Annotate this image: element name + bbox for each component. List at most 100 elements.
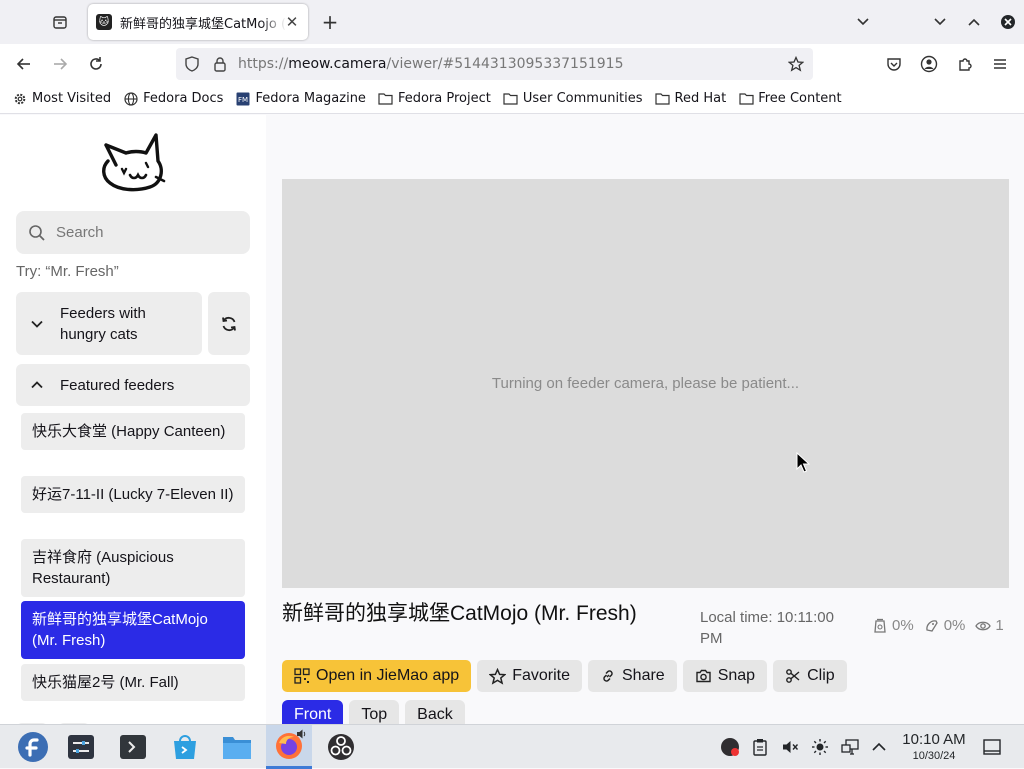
viewer-count-value: 1 bbox=[995, 617, 1004, 634]
bookmark-label: User Communities bbox=[522, 91, 643, 106]
share-button[interactable]: Share bbox=[588, 660, 677, 692]
tab-close-icon[interactable]: ✕ bbox=[284, 13, 300, 31]
url-bar[interactable]: https://meow.camera/viewer/#514431309533… bbox=[176, 48, 813, 80]
sidebar-more-buttons bbox=[16, 716, 136, 724]
local-time: Local time: 10:11:00 PM bbox=[700, 609, 834, 647]
folder-icon bbox=[503, 91, 519, 107]
taskbar-clock[interactable]: 10:10 AM 10/30/24 bbox=[896, 731, 972, 763]
search-box[interactable] bbox=[16, 211, 250, 254]
browser-nav-bar: https://meow.camera/viewer/#514431309533… bbox=[0, 44, 1024, 84]
folder-icon bbox=[378, 91, 394, 107]
obs-tray-icon[interactable] bbox=[720, 737, 740, 757]
chevron-up-icon bbox=[30, 378, 46, 392]
reload-button[interactable] bbox=[84, 52, 108, 76]
volume-muted-icon[interactable] bbox=[780, 737, 800, 757]
hungry-feeders-toggle[interactable]: Feeders with hungry cats bbox=[16, 292, 202, 355]
bookmark-folder-fedora-project[interactable]: Fedora Project bbox=[378, 91, 491, 107]
feeder-item-mr-fresh[interactable]: 新鲜哥的独享城堡CatMojo (Mr. Fresh) bbox=[21, 601, 245, 659]
list-all-tabs-button[interactable] bbox=[851, 10, 875, 34]
settings-sliders-icon bbox=[68, 735, 94, 759]
favorite-label: Favorite bbox=[512, 667, 570, 684]
feeder-item-lucky-7-eleven-ii[interactable]: 好运7-11-II (Lucky 7-Eleven II) bbox=[21, 476, 245, 513]
tab-list-icon bbox=[53, 16, 67, 29]
bookmark-fedora-magazine[interactable]: FM Fedora Magazine bbox=[235, 91, 366, 107]
bookmark-most-visited[interactable]: Most Visited bbox=[12, 91, 111, 107]
terminal-app[interactable] bbox=[110, 725, 156, 769]
feeder-title: 新鲜哥的独享城堡CatMojo (Mr. Fresh) bbox=[282, 602, 637, 625]
tab-list-button[interactable] bbox=[46, 9, 74, 35]
feeder-item-mr-fall[interactable]: 快乐猫屋2号 (Mr. Fall) bbox=[21, 664, 245, 701]
refresh-hungry-button[interactable] bbox=[208, 292, 250, 355]
feeder-item-auspicious-restaurant[interactable]: 吉祥食府 (Auspicious Restaurant) bbox=[21, 539, 245, 597]
bookmark-fedora-docs[interactable]: Fedora Docs bbox=[123, 91, 223, 107]
back-button[interactable] bbox=[12, 52, 36, 76]
minimize-button[interactable] bbox=[928, 10, 952, 34]
pocket-button[interactable] bbox=[882, 52, 906, 76]
lock-icon bbox=[214, 57, 226, 72]
minimize-icon bbox=[934, 18, 946, 26]
software-center-app[interactable] bbox=[162, 725, 208, 769]
search-icon bbox=[29, 224, 45, 241]
favorite-button[interactable]: Favorite bbox=[477, 660, 582, 692]
file-manager-app[interactable] bbox=[214, 725, 260, 769]
bookmark-folder-user-communities[interactable]: User Communities bbox=[503, 91, 643, 107]
clipboard-icon[interactable] bbox=[750, 737, 770, 757]
tray-expand-chevron-up-icon[interactable] bbox=[869, 737, 889, 757]
fedora-logo-icon bbox=[18, 732, 48, 762]
snap-button[interactable]: Snap bbox=[682, 660, 768, 692]
firefox-app[interactable] bbox=[266, 725, 312, 769]
bookmark-star-icon[interactable] bbox=[788, 56, 804, 72]
folder-icon bbox=[655, 91, 671, 107]
close-window-button[interactable] bbox=[996, 10, 1020, 34]
clip-button[interactable]: Clip bbox=[773, 660, 847, 692]
open-in-app-button[interactable]: Open in JieMao app bbox=[282, 660, 472, 692]
mouse-cursor-icon bbox=[796, 452, 810, 473]
extensions-button[interactable] bbox=[953, 52, 977, 76]
open-in-app-label: Open in JieMao app bbox=[316, 667, 460, 684]
puzzle-icon bbox=[959, 58, 972, 71]
treats-level-stat: 0% bbox=[924, 617, 966, 634]
refresh-icon bbox=[222, 316, 236, 331]
app-launcher-button[interactable] bbox=[10, 725, 56, 769]
brightness-icon[interactable] bbox=[810, 737, 830, 757]
bookmark-label: Red Hat bbox=[674, 91, 727, 106]
obs-studio-app[interactable] bbox=[318, 725, 364, 769]
feeder-item-happy-canteen[interactable]: 快乐大食堂 (Happy Canteen) bbox=[21, 413, 245, 450]
bookmark-folder-free-content[interactable]: Free Content bbox=[738, 91, 842, 107]
food-level-value: 0% bbox=[892, 617, 914, 634]
close-window-icon bbox=[1001, 15, 1015, 29]
network-wired-icon[interactable] bbox=[840, 737, 860, 757]
camera-top-button[interactable]: Top bbox=[349, 700, 400, 724]
featured-feeders-toggle[interactable]: Featured feeders bbox=[16, 364, 250, 406]
search-input[interactable] bbox=[56, 224, 236, 241]
url-path: /viewer/#5144313095337151915 bbox=[386, 56, 624, 72]
browser-tab-bar: 🐱 新鲜哥的独享城堡CatMojo (Mr. Fresh) · meow.cam… bbox=[0, 0, 1024, 44]
treat-icon bbox=[925, 619, 938, 632]
treats-level-value: 0% bbox=[943, 617, 966, 634]
cat-logo-icon[interactable] bbox=[98, 131, 168, 193]
maximize-button[interactable] bbox=[962, 10, 986, 34]
gear-icon bbox=[12, 91, 28, 107]
bookmark-folder-red-hat[interactable]: Red Hat bbox=[655, 91, 727, 107]
chevron-down-icon bbox=[30, 317, 46, 331]
browser-tab-active[interactable]: 🐱 新鲜哥的独享城堡CatMojo (Mr. Fresh) · meow.cam… bbox=[88, 4, 308, 40]
account-button[interactable] bbox=[917, 52, 941, 76]
cat-favicon-icon: 🐱 bbox=[96, 14, 112, 30]
camera-front-button[interactable]: Front bbox=[282, 700, 344, 724]
terminal-icon bbox=[120, 735, 146, 759]
camera-back-button[interactable]: Back bbox=[405, 700, 465, 724]
system-settings-app[interactable] bbox=[58, 725, 104, 769]
camera-selector: Front Top Back bbox=[282, 700, 471, 724]
camera-video[interactable]: Turning on feeder camera, please be pati… bbox=[282, 179, 1009, 588]
pocket-icon bbox=[887, 58, 901, 71]
menu-button[interactable] bbox=[988, 52, 1012, 76]
viewer-action-bar: Open in JieMao app Favorite Share Snap C… bbox=[282, 660, 853, 692]
viewer-panel: Turning on feeder camera, please be pati… bbox=[266, 115, 1024, 724]
new-tab-button[interactable]: + bbox=[318, 10, 342, 34]
shopping-bag-icon bbox=[174, 735, 196, 759]
show-desktop-icon[interactable] bbox=[982, 737, 1002, 757]
folder-app-icon bbox=[223, 737, 251, 759]
feeder-stats: 0% 0% 1 bbox=[872, 617, 1014, 634]
star-icon bbox=[489, 667, 507, 685]
forward-button[interactable] bbox=[48, 52, 72, 76]
